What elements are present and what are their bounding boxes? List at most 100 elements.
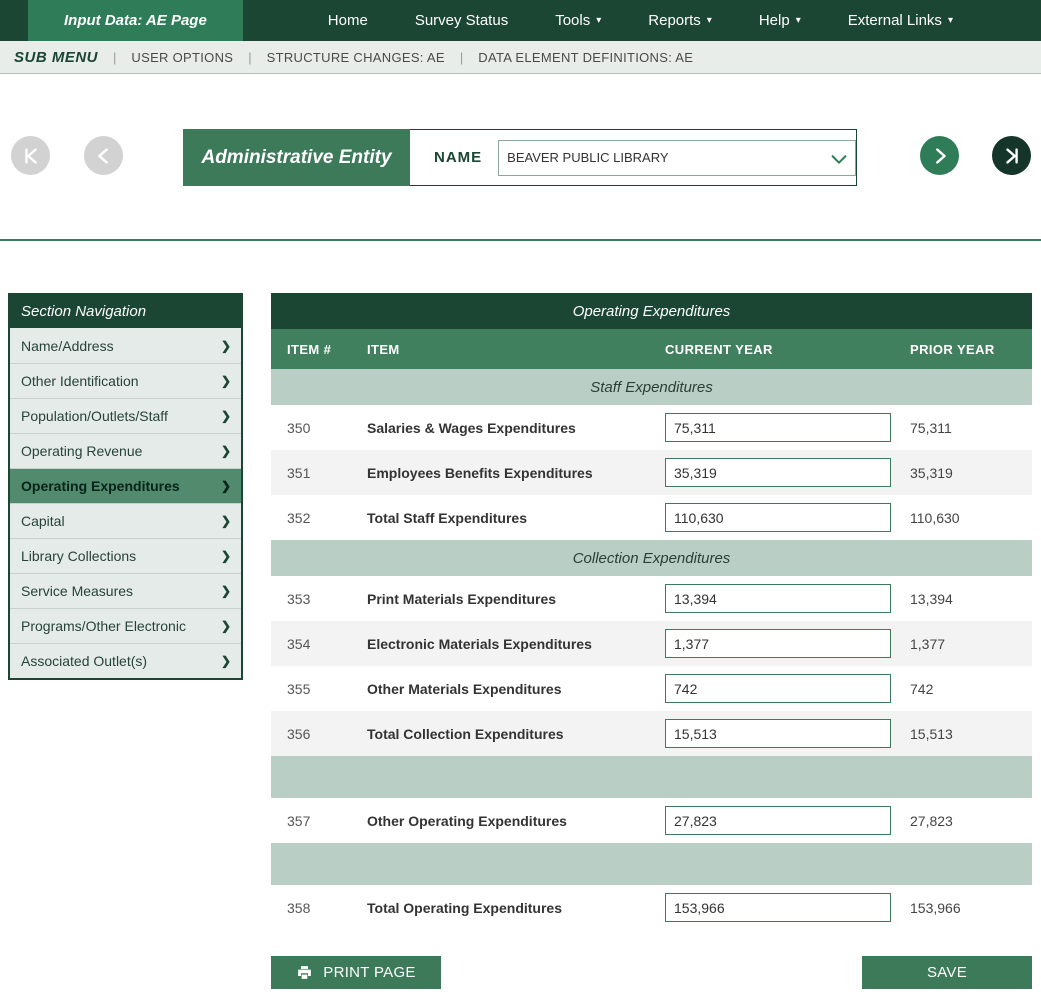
section-navigation-sidebar: Section Navigation Name/Address❯Other Id… xyxy=(8,293,243,680)
current-year-input-351[interactable] xyxy=(665,458,891,487)
sidebar-item-operating-expenditures[interactable]: Operating Expenditures❯ xyxy=(10,468,241,503)
print-page-button[interactable]: PRINT PAGE xyxy=(271,956,441,989)
item-name-cell: Salaries & Wages Expenditures xyxy=(367,420,665,436)
table-section-row xyxy=(271,843,1032,885)
nav-item-label: Tools xyxy=(555,12,590,29)
sidebar-item-label: Population/Outlets/Staff xyxy=(21,408,168,424)
current-year-cell xyxy=(665,629,910,658)
sidebar-item-label: Associated Outlet(s) xyxy=(21,653,147,669)
current-year-input-357[interactable] xyxy=(665,806,891,835)
dropdown-caret-icon: ▾ xyxy=(596,15,601,26)
table-row: 353Print Materials Expenditures13,394 xyxy=(271,576,1032,621)
prior-year-cell: 742 xyxy=(910,681,1032,697)
item-number-cell: 357 xyxy=(287,813,367,829)
printer-icon xyxy=(296,964,313,981)
current-year-cell xyxy=(665,806,910,835)
nav-item-external-links[interactable]: External Links▾ xyxy=(848,12,953,29)
submenu-item-structure-changes-ae[interactable]: STRUCTURE CHANGES: AE xyxy=(267,50,445,65)
table-row: 352Total Staff Expenditures 110,630 xyxy=(271,495,1032,540)
current-year-input-356[interactable] xyxy=(665,719,891,748)
prior-year-cell: 13,394 xyxy=(910,591,1032,607)
current-year-input-355[interactable] xyxy=(665,674,891,703)
current-year-input-352[interactable] xyxy=(665,503,891,532)
chevron-right-icon: ❯ xyxy=(221,514,231,528)
sidebar-item-programs-other-electronic[interactable]: Programs/Other Electronic❯ xyxy=(10,608,241,643)
item-name-cell: Total Staff Expenditures xyxy=(367,510,665,526)
item-number-cell: 353 xyxy=(287,591,367,607)
nav-item-survey-status[interactable]: Survey Status xyxy=(415,12,508,29)
prior-year-cell: 110,630 xyxy=(910,510,1032,526)
table-row: 355Other Materials Expenditures 742 xyxy=(271,666,1032,711)
chevron-left-icon xyxy=(93,145,115,167)
next-record-button[interactable] xyxy=(920,136,959,175)
chevron-right-icon: ❯ xyxy=(221,374,231,388)
sidebar-items: Name/Address❯ Other Identification ❯ Popula… xyxy=(10,328,241,678)
table-row: 358Total Operating Expenditures153,966 xyxy=(271,885,1032,930)
column-header-prior-year: PRIOR YEAR xyxy=(910,342,1032,357)
sidebar-item-capital[interactable]: Capital❯ xyxy=(10,503,241,538)
current-year-cell xyxy=(665,893,910,922)
top-nav: Input Data: AE Page Home Survey Status Too… xyxy=(0,0,1041,41)
sidebar-item-label: Operating Expenditures xyxy=(21,478,180,494)
select-chevron-down-icon xyxy=(828,148,850,170)
nav-item-label: Home xyxy=(328,12,368,29)
submenu-item-user-options[interactable]: USER OPTIONS xyxy=(131,50,233,65)
sidebar-item-library-collections[interactable]: Library Collections❯ xyxy=(10,538,241,573)
nav-item-tools[interactable]: Tools ▾ xyxy=(555,12,601,29)
active-page-tab[interactable]: Input Data: AE Page xyxy=(28,0,243,41)
item-name-cell: Total Collection Expenditures xyxy=(367,726,665,742)
last-record-button[interactable] xyxy=(992,136,1031,175)
current-year-input-358[interactable] xyxy=(665,893,891,922)
item-number-cell: 352 xyxy=(287,510,367,526)
prior-year-cell: 1,377 xyxy=(910,636,1032,652)
sidebar-item-label: Operating Revenue xyxy=(21,443,142,459)
section-row-label: Collection Expenditures xyxy=(573,550,731,567)
sidebar-item-service-measures[interactable]: Service Measures❯ xyxy=(10,573,241,608)
sidebar-item-associated-outlet-s[interactable]: Associated Outlet(s)❯ xyxy=(10,643,241,678)
page-content: Section Navigation Name/Address❯Other Id… xyxy=(0,241,1041,989)
table-row: 356Total Collection Expenditures15,513 xyxy=(271,711,1032,756)
table-column-headers: ITEM #ITEMCURRENT YEARPRIOR YEAR xyxy=(271,329,1032,369)
current-year-input-353[interactable] xyxy=(665,584,891,613)
sidebar-item-label: Library Collections xyxy=(21,548,136,564)
item-name-cell: Other Materials Expenditures xyxy=(367,681,665,697)
nav-item-label: Survey Status xyxy=(415,12,508,29)
table-section-row: Collection Expenditures xyxy=(271,540,1032,576)
current-year-input-354[interactable] xyxy=(665,629,891,658)
sidebar-item-population-outlets-staff[interactable]: Population/Outlets/Staff❯ xyxy=(10,398,241,433)
entity-selector-section: Administrative Entity NAME BEAVER PUBLIC… xyxy=(0,74,1041,241)
table-body: Staff Expenditures350Salaries & Wages Ex… xyxy=(271,369,1032,930)
current-year-input-350[interactable] xyxy=(665,413,891,442)
current-year-cell xyxy=(665,584,910,613)
first-record-button[interactable] xyxy=(11,136,50,175)
prior-year-cell: 75,311 xyxy=(910,420,1032,436)
save-button[interactable]: SAVE xyxy=(862,956,1032,989)
chevron-right-icon xyxy=(929,145,951,167)
previous-record-button[interactable] xyxy=(84,136,123,175)
item-number-cell: 350 xyxy=(287,420,367,436)
nav-item-label: Reports xyxy=(648,12,701,29)
item-number-cell: 358 xyxy=(287,900,367,916)
item-name-cell: Employees Benefits Expenditures xyxy=(367,465,665,481)
submenu-item-data-element-definitions-ae[interactable]: DATA ELEMENT DEFINITIONS: AE xyxy=(478,50,693,65)
sub-menu-bar: SUB MENU |USER OPTIONS|STRUCTURE CHANGES… xyxy=(0,41,1041,74)
nav-item-home[interactable]: Home xyxy=(328,12,368,29)
item-number-cell: 354 xyxy=(287,636,367,652)
sidebar-item-name-address[interactable]: Name/Address❯ xyxy=(10,328,241,363)
current-year-cell xyxy=(665,674,910,703)
prior-year-cell: 27,823 xyxy=(910,813,1032,829)
table-row: 354Electronic Materials Expenditures1,37… xyxy=(271,621,1032,666)
nav-item-label: External Links xyxy=(848,12,942,29)
chevron-right-icon: ❯ xyxy=(221,444,231,458)
item-number-cell: 355 xyxy=(287,681,367,697)
print-page-label: PRINT PAGE xyxy=(323,964,415,981)
sidebar-item-operating-revenue[interactable]: Operating Revenue ❯ xyxy=(10,433,241,468)
nav-item-reports[interactable]: Reports▾ xyxy=(648,12,712,29)
entity-name-select[interactable]: BEAVER PUBLIC LIBRARY xyxy=(498,140,856,176)
sidebar-item-label: Other Identification xyxy=(21,373,139,389)
sidebar-item-other-identification[interactable]: Other Identification ❯ xyxy=(10,363,241,398)
table-row: 350Salaries & Wages Expenditures 75,311 xyxy=(271,405,1032,450)
nav-item-help[interactable]: Help▾ xyxy=(759,12,801,29)
prior-year-cell: 153,966 xyxy=(910,900,1032,916)
prior-year-cell: 35,319 xyxy=(910,465,1032,481)
